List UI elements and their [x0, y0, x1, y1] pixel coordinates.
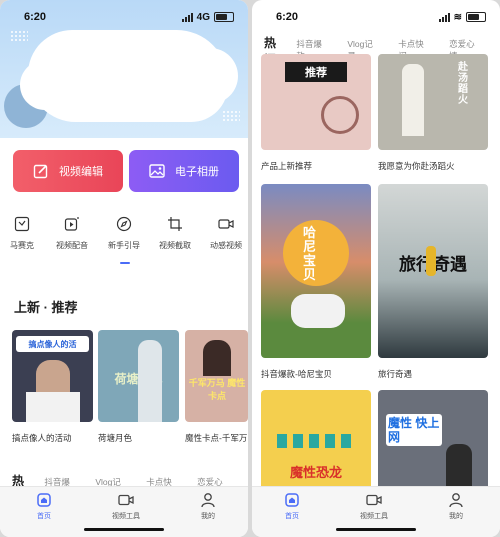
tool-dubbing[interactable]: 视频配音 — [50, 214, 94, 251]
template-card[interactable]: 哈尼宝贝 — [261, 184, 371, 358]
dub-icon — [62, 214, 82, 234]
nav-video-tools[interactable]: 视频工具 — [96, 492, 156, 521]
status-time: 6:20 — [276, 11, 299, 23]
home-indicator — [84, 528, 164, 531]
thumb-label: 搞点像人的活动 — [12, 433, 72, 443]
tool-guide[interactable]: 新手引导 — [102, 214, 146, 251]
tools-scroll-indicator — [120, 262, 130, 264]
home-indicator — [336, 528, 416, 531]
network-label: 4G — [196, 11, 210, 23]
mosaic-icon — [12, 214, 32, 234]
bottom-nav: 首页 视频工具 我的 — [0, 486, 248, 537]
template-card[interactable]: 旅行奇遇 — [378, 184, 488, 358]
user-icon — [201, 493, 215, 508]
crop-icon — [165, 214, 185, 234]
template-card[interactable]: 魔性 快上网 — [378, 390, 488, 490]
video-icon — [366, 494, 382, 506]
tool-crop[interactable]: 视频截取 — [153, 214, 197, 251]
status-bar: 6:20 4G — [0, 0, 248, 34]
status-bar: 6:20 ≋ — [252, 0, 500, 34]
section-title: 上新 · 推荐 — [14, 300, 78, 315]
edit-icon — [33, 164, 48, 179]
template-thumb[interactable]: 千军万马 魔性卡点 — [185, 330, 248, 422]
template-card[interactable]: 赴汤蹈火 — [378, 54, 488, 150]
card-caption: 我愿意为你赴汤蹈火 — [378, 161, 455, 171]
banner-cloud — [28, 30, 228, 122]
signal-icon — [438, 12, 450, 22]
home-icon — [285, 493, 299, 507]
signal-icon — [181, 12, 193, 22]
tool-motion-video[interactable]: 动感视频 — [204, 214, 248, 251]
thumb-label: 魔性卡点-千军万 — [185, 433, 248, 443]
hot-templates-screen: 6:20 ≋ 热门 抖音爆款 Vlog记录 卡点快闪 恋爱心情 推荐 赴汤蹈火 … — [252, 0, 500, 537]
user-icon — [449, 493, 463, 508]
nav-profile[interactable]: 我的 — [178, 492, 238, 521]
image-icon — [149, 164, 165, 178]
compass-icon — [114, 214, 134, 234]
template-card[interactable]: 推荐 — [261, 54, 371, 150]
camera-icon — [216, 214, 236, 234]
nav-video-tools[interactable]: 视频工具 — [344, 492, 404, 521]
tools-row: 马赛克 视频配音 新手引导 视频截取 动感视频 — [0, 214, 248, 254]
card-caption: 抖音爆款-哈尼宝贝 — [261, 369, 332, 379]
home-screen: 6:20 4G 视频编辑 电子相册 马赛克 视频配音 新手引导 视频截取 动感视… — [0, 0, 248, 537]
video-edit-label: 视频编辑 — [59, 166, 103, 178]
e-album-label: 电子相册 — [175, 166, 219, 178]
thumb-label: 荷塘月色 — [98, 433, 133, 443]
category-tabs: 热门 抖音爆款 Vlog记录 卡点快闪 恋爱心情 — [252, 34, 500, 67]
nav-profile[interactable]: 我的 — [426, 492, 486, 521]
video-icon — [118, 494, 134, 506]
battery-icon — [214, 12, 234, 22]
nav-home[interactable]: 首页 — [14, 492, 74, 521]
template-thumb[interactable]: 荷塘月色 — [98, 330, 179, 422]
home-icon — [37, 493, 51, 507]
video-edit-button[interactable]: 视频编辑 — [13, 150, 123, 192]
template-thumb[interactable]: 搞点像人的活 — [12, 330, 93, 422]
battery-icon — [466, 12, 486, 22]
e-album-button[interactable]: 电子相册 — [129, 150, 239, 192]
template-card[interactable]: 魔性恐龙 — [261, 390, 371, 490]
card-caption: 旅行奇遇 — [378, 369, 413, 379]
tool-mosaic[interactable]: 马赛克 — [0, 214, 44, 251]
wifi-icon: ≋ — [453, 11, 462, 23]
status-time: 6:20 — [24, 11, 47, 23]
bottom-nav: 首页 视频工具 我的 — [252, 486, 500, 537]
nav-home[interactable]: 首页 — [262, 492, 322, 521]
card-caption: 产品上新推荐 — [261, 161, 313, 171]
